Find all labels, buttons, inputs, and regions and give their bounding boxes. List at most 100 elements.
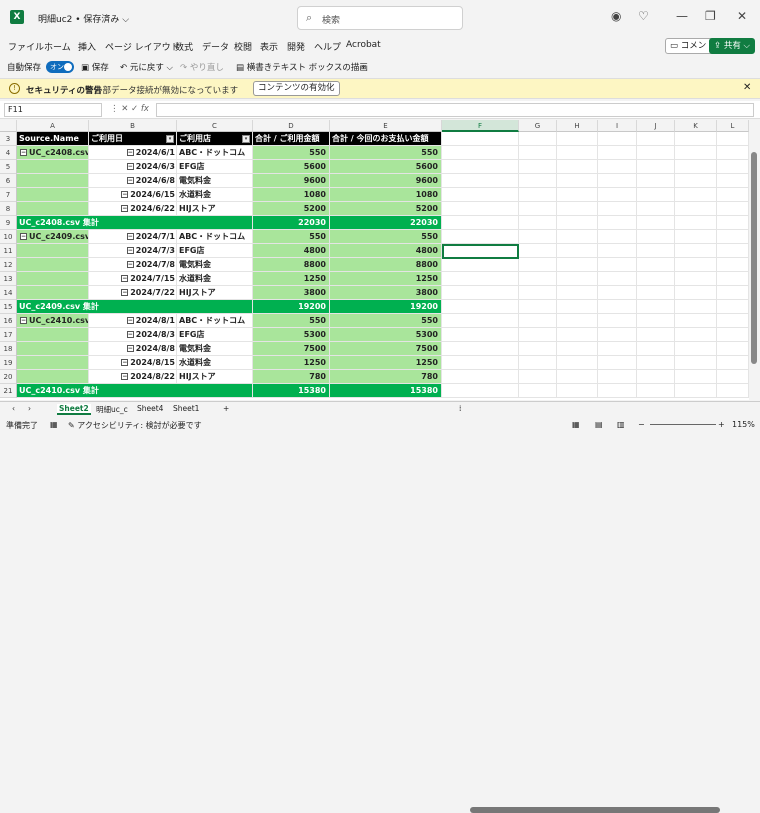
grid-cell[interactable] [557, 160, 598, 174]
collapse-icon[interactable]: − [126, 149, 134, 156]
row-header[interactable]: 12 [0, 258, 17, 272]
grid-cell[interactable] [557, 230, 598, 244]
store-cell[interactable]: EFG店 [177, 244, 253, 258]
grid-cell[interactable] [675, 370, 717, 384]
grid-cell[interactable] [675, 216, 717, 230]
grid-cell[interactable] [442, 328, 519, 342]
subtotal-value[interactable]: 22030 [330, 216, 442, 230]
grid-cell[interactable] [637, 328, 675, 342]
grid-cell[interactable] [598, 272, 637, 286]
prev-sheet-icon[interactable]: ‹ [12, 404, 15, 413]
grid-cell[interactable] [598, 342, 637, 356]
column-header-k[interactable]: K [675, 120, 717, 132]
store-cell[interactable]: 水道料金 [177, 356, 253, 370]
amount-cell[interactable]: 5200 [253, 202, 330, 216]
vertical-scroll-thumb[interactable] [751, 152, 757, 364]
collapse-icon[interactable]: − [121, 289, 129, 296]
amount-cell[interactable]: 3800 [253, 286, 330, 300]
grid-cell[interactable] [675, 356, 717, 370]
textbox-button[interactable]: ▤ 横書きテキスト ボックスの描画 [236, 61, 368, 73]
save-button[interactable]: ▣ 保存 [81, 61, 109, 73]
fx-icon[interactable]: ⋮ ✕ ✓ fx [110, 104, 149, 114]
grid-cell[interactable] [637, 356, 675, 370]
grid-cell[interactable] [637, 342, 675, 356]
source-name-cell[interactable]: − UC_c2409.csv [17, 230, 89, 244]
account-icon[interactable]: ◉ [611, 9, 621, 23]
grid-cell[interactable] [557, 286, 598, 300]
source-name-cell[interactable] [17, 342, 89, 356]
store-cell[interactable]: HIJストア [177, 286, 253, 300]
collapse-icon[interactable]: − [121, 359, 129, 366]
amount-cell[interactable]: 550 [253, 230, 330, 244]
row-header[interactable]: 16 [0, 314, 17, 328]
grid-cell[interactable] [442, 384, 519, 398]
grid-cell[interactable] [519, 160, 557, 174]
collapse-icon[interactable]: − [121, 275, 129, 282]
grid-cell[interactable] [675, 328, 717, 342]
subtotal-label[interactable]: UC_c2409.csv 集計 [17, 300, 253, 314]
collapse-icon[interactable]: − [20, 317, 27, 324]
select-all-corner[interactable] [0, 120, 17, 132]
date-cell[interactable]: −2024/6/1 [89, 146, 177, 160]
grid-cell[interactable] [442, 286, 519, 300]
collapse-icon[interactable]: − [126, 247, 134, 254]
grid-cell[interactable] [598, 314, 637, 328]
zoom-out-icon[interactable]: − [638, 420, 645, 429]
accessibility-status[interactable]: ✎ アクセシビリティ: 検討が必要です [68, 420, 202, 431]
source-name-cell[interactable] [17, 272, 89, 286]
grid-cell[interactable] [442, 216, 519, 230]
amount-cell[interactable]: 5300 [253, 328, 330, 342]
tab-page-layout[interactable]: ページ レイアウト [105, 40, 180, 53]
grid-cell[interactable] [442, 202, 519, 216]
sheet-tab-sheet1[interactable]: Sheet1 [173, 404, 199, 413]
grid-cell[interactable] [557, 146, 598, 160]
grid-cell[interactable] [717, 258, 749, 272]
row-header[interactable]: 4 [0, 146, 17, 160]
source-name-cell[interactable] [17, 286, 89, 300]
store-cell[interactable]: 電気料金 [177, 342, 253, 356]
spreadsheet-grid[interactable]: ABCDEFGHIJKL 3Source.Name▾ご利用日 ▾ ご利用店 ▾ 合計 / … [0, 120, 760, 400]
source-name-cell[interactable] [17, 188, 89, 202]
autosave-toggle[interactable]: オン [46, 61, 74, 73]
row-header[interactable]: 21 [0, 384, 17, 398]
sheet-tab-sheet2[interactable]: Sheet2 [57, 404, 91, 415]
column-header-f[interactable]: F [442, 120, 519, 132]
date-cell[interactable]: −2024/7/3 [89, 244, 177, 258]
grid-cell[interactable] [598, 188, 637, 202]
grid-cell[interactable] [519, 132, 557, 146]
collapse-icon[interactable]: − [126, 261, 134, 268]
amount-cell[interactable]: 550 [330, 230, 442, 244]
grid-cell[interactable] [717, 328, 749, 342]
sheet-tab-sheet4[interactable]: Sheet4 [137, 404, 163, 413]
date-cell[interactable]: −2024/6/3 [89, 160, 177, 174]
collapse-icon[interactable]: − [20, 233, 27, 240]
amount-cell[interactable]: 780 [253, 370, 330, 384]
store-cell[interactable]: 電気料金 [177, 258, 253, 272]
grid-cell[interactable] [557, 216, 598, 230]
amount-cell[interactable]: 5600 [330, 160, 442, 174]
row-header[interactable]: 8 [0, 202, 17, 216]
grid-cell[interactable] [637, 160, 675, 174]
pivot-header-e[interactable]: 合計 / 今回のお支払い金額 [330, 132, 442, 146]
grid-cell[interactable] [519, 216, 557, 230]
lightbulb-icon[interactable]: ♡ [638, 9, 649, 23]
pivot-header-a[interactable]: Source.Name▾ [17, 132, 89, 146]
row-header[interactable]: 19 [0, 356, 17, 370]
grid-cell[interactable] [675, 146, 717, 160]
grid-cell[interactable] [519, 272, 557, 286]
grid-cell[interactable] [442, 188, 519, 202]
grid-cell[interactable] [519, 342, 557, 356]
amount-cell[interactable]: 780 [330, 370, 442, 384]
grid-cell[interactable] [598, 328, 637, 342]
amount-cell[interactable]: 8800 [330, 258, 442, 272]
grid-cell[interactable] [717, 286, 749, 300]
grid-cell[interactable] [637, 300, 675, 314]
row-header[interactable]: 13 [0, 272, 17, 286]
grid-cell[interactable] [442, 300, 519, 314]
grid-cell[interactable] [717, 272, 749, 286]
grid-cell[interactable] [637, 370, 675, 384]
tab-view[interactable]: 表示 [260, 40, 278, 53]
collapse-icon[interactable]: − [121, 373, 129, 380]
grid-cell[interactable] [442, 314, 519, 328]
grid-cell[interactable] [717, 202, 749, 216]
